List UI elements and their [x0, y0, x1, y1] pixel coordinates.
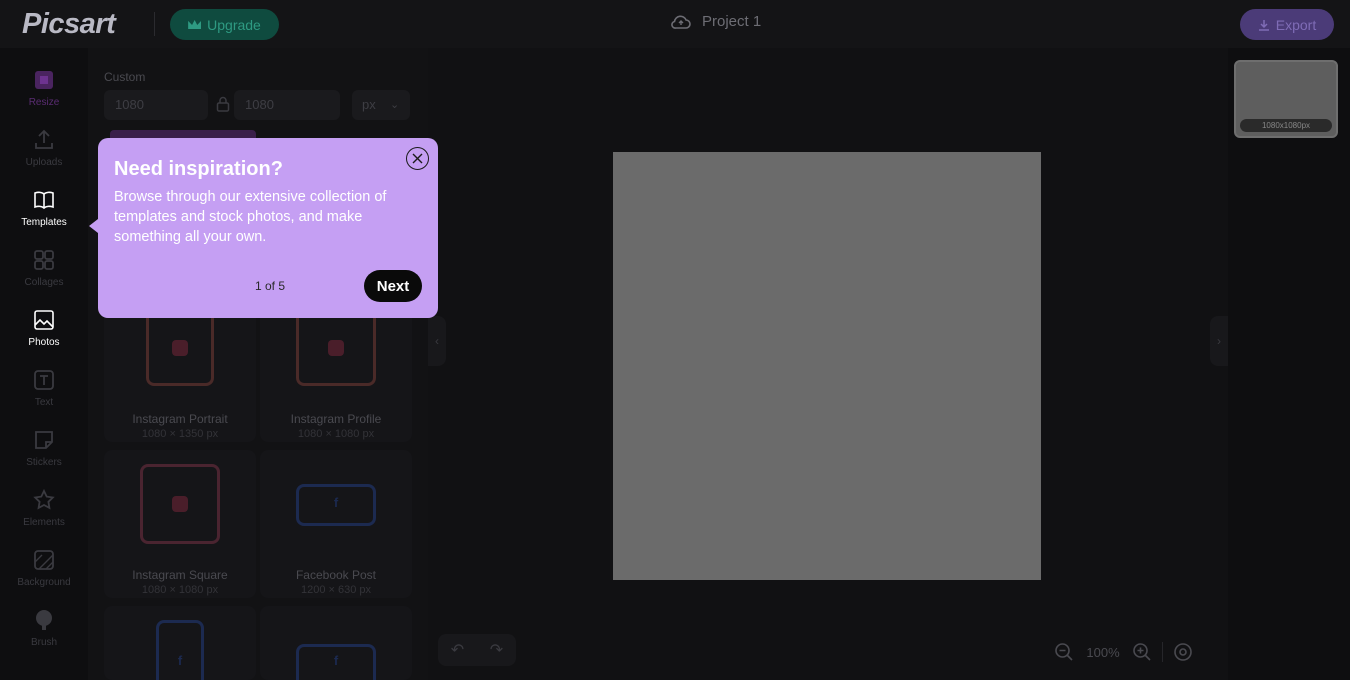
chevron-left-icon: ‹ [435, 334, 439, 348]
preset-card[interactable]: f [104, 606, 256, 680]
preset-thumb [156, 620, 204, 680]
pages-panel: 1080x1080px [1228, 48, 1350, 680]
close-icon [412, 153, 423, 164]
expand-pages-button[interactable]: › [1210, 316, 1228, 366]
zoom-level[interactable]: 100% [1084, 645, 1122, 660]
chevron-down-icon: ⌄ [390, 99, 400, 111]
next-button[interactable]: Next [364, 270, 422, 302]
sidebar-item-label: Resize [28, 97, 60, 108]
sidebar-item-label: Uploads [25, 157, 63, 168]
sidebar-item-label: Collages [24, 277, 64, 288]
project-title-area[interactable]: Project 1 [670, 13, 761, 30]
left-sidebar: Resize Uploads Templates Collages Photos… [0, 48, 88, 680]
facebook-icon: f [177, 653, 183, 668]
sidebar-item-background[interactable]: Background [0, 548, 88, 604]
zoom-controls: 100% [1054, 634, 1214, 670]
canvas-area: ‹ › ↶ ↷ 100% [428, 48, 1228, 680]
preset-card[interactable]: f [260, 606, 412, 680]
zoom-out-icon[interactable] [1054, 642, 1074, 662]
text-icon [32, 368, 56, 392]
collapse-panel-button[interactable]: ‹ [428, 316, 446, 366]
sidebar-item-label: Templates [21, 217, 67, 228]
sidebar-item-uploads[interactable]: Uploads [0, 128, 88, 184]
sidebar-item-label: Text [34, 397, 54, 408]
sidebar-item-collages[interactable]: Collages [0, 248, 88, 304]
preset-name: Facebook Post [295, 568, 377, 582]
sidebar-item-elements[interactable]: Elements [0, 488, 88, 544]
project-title: Project 1 [702, 13, 762, 30]
zoom-divider [1162, 642, 1163, 662]
preset-name: Instagram Square [132, 568, 228, 582]
book-icon [32, 188, 56, 212]
sidebar-item-label: Stickers [26, 457, 62, 468]
width-input[interactable]: 1080 [104, 90, 208, 120]
zoom-in-icon[interactable] [1132, 642, 1152, 662]
unit-select[interactable]: px ⌄ [352, 90, 410, 120]
cloud-icon [671, 15, 691, 29]
popover-arrow [89, 219, 98, 233]
undo-icon[interactable]: ↶ [451, 640, 464, 660]
panel-section-label: Custom [104, 70, 146, 84]
header-divider [154, 12, 155, 36]
sidebar-item-brush[interactable]: Brush [0, 608, 88, 664]
resize-button[interactable] [110, 130, 256, 138]
onboarding-popover: Need inspiration? Browse through our ext… [98, 138, 438, 318]
sidebar-item-label: Brush [30, 637, 58, 648]
grid-icon [32, 248, 56, 272]
sidebar-item-text[interactable]: Text [0, 368, 88, 424]
sticker-icon [32, 428, 56, 452]
lock-icon[interactable] [216, 96, 230, 112]
popover-title: Need inspiration? [114, 158, 283, 180]
sidebar-item-photos[interactable]: Photos [0, 308, 88, 364]
picsart-logo[interactable]: Picsart [22, 8, 116, 41]
sidebar-item-resize[interactable]: Resize [0, 68, 88, 124]
preset-card-instagram-square[interactable]: Instagram Square 1080 × 1080 px [104, 450, 256, 598]
preset-name: Instagram Portrait [132, 412, 228, 426]
upload-icon [32, 128, 56, 152]
preset-size: 1080 × 1350 px [141, 428, 219, 440]
popover-body: Browse through our extensive collection … [114, 189, 387, 245]
sidebar-item-label: Elements [23, 517, 65, 528]
star-icon [32, 488, 56, 512]
instagram-icon [172, 340, 188, 356]
instagram-icon [328, 340, 344, 356]
image-icon [32, 308, 56, 332]
redo-icon[interactable]: ↷ [490, 640, 503, 660]
preset-size: 1200 × 630 px [300, 584, 372, 596]
undo-redo-group: ↶ ↷ [438, 634, 516, 666]
artboard[interactable] [613, 152, 1041, 580]
top-bar: Picsart Upgrade Project 1 Export [0, 0, 1350, 48]
upgrade-button[interactable]: Upgrade [170, 9, 279, 40]
close-button[interactable] [406, 147, 429, 170]
chevron-right-icon: › [1217, 334, 1221, 348]
sidebar-item-templates[interactable]: Templates [0, 188, 88, 244]
preset-size: 1080 × 1080 px [297, 428, 375, 440]
sidebar-item-label: Photos [28, 337, 60, 348]
background-icon [32, 548, 56, 572]
sidebar-item-stickers[interactable]: Stickers [0, 428, 88, 484]
page-thumbnail[interactable]: 1080x1080px [1234, 60, 1338, 138]
step-counter: 1 of 5 [255, 279, 286, 293]
instagram-icon [172, 496, 188, 512]
download-icon [1258, 19, 1269, 31]
resize-icon [32, 68, 56, 92]
fit-screen-icon[interactable] [1173, 642, 1193, 662]
export-label: Export [1275, 16, 1317, 33]
sidebar-item-label: Background [17, 577, 71, 588]
facebook-icon: f [333, 495, 339, 510]
upgrade-label: Upgrade [207, 16, 261, 33]
preset-card-facebook-post[interactable]: f Facebook Post 1200 × 630 px [260, 450, 412, 598]
crown-icon [188, 20, 202, 29]
page-size-label: 1080x1080px [1240, 119, 1332, 132]
preset-name: Instagram Profile [290, 412, 382, 426]
brush-icon [32, 608, 56, 632]
preset-size: 1080 × 1080 px [141, 584, 219, 596]
unit-value: px [362, 97, 376, 112]
facebook-icon: f [333, 653, 339, 668]
height-input[interactable]: 1080 [234, 90, 340, 120]
export-button[interactable]: Export [1240, 9, 1334, 40]
